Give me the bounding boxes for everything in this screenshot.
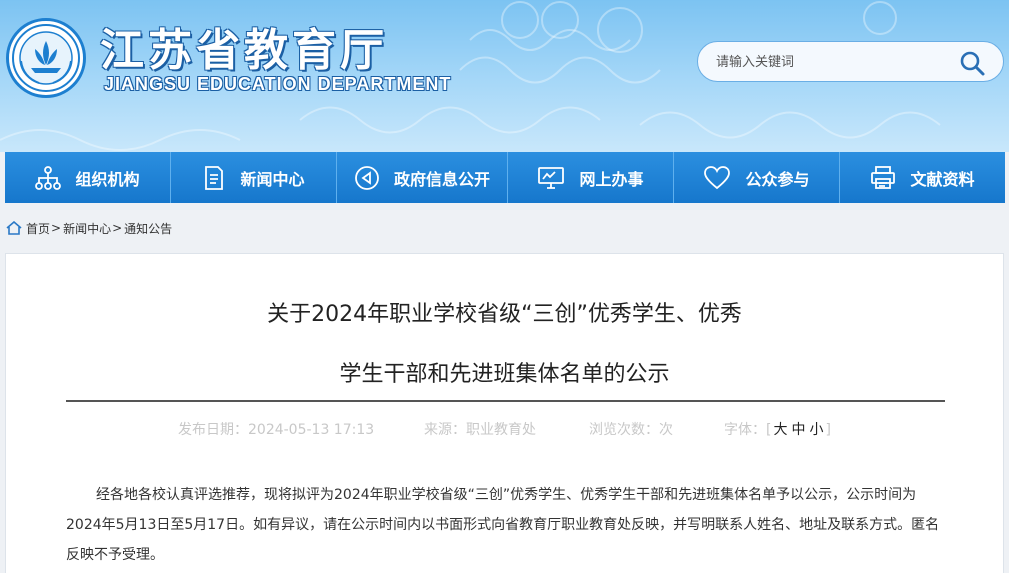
- font-size-medium[interactable]: 中: [791, 422, 805, 438]
- nav-item-public-participation[interactable]: 公众参与: [674, 152, 840, 203]
- nav-item-online-services[interactable]: 网上办事: [508, 152, 674, 203]
- search-input[interactable]: [716, 51, 936, 73]
- document-icon: [205, 165, 224, 190]
- nav-item-gov-info[interactable]: 政府信息公开: [337, 152, 508, 203]
- breadcrumb: 首页 > 新闻中心 > 通知公告: [6, 219, 172, 237]
- breadcrumb-notices[interactable]: 通知公告: [124, 220, 172, 237]
- breadcrumb-home[interactable]: 首页: [26, 220, 50, 237]
- nav-label: 政府信息公开: [393, 169, 490, 189]
- article-paragraph: 经各地各校认真评选推荐，现将拟评为2024年职业学校省级“三创”优秀学生、优秀学…: [66, 487, 940, 563]
- heart-icon: [704, 165, 731, 189]
- nav-label: 公众参与: [745, 169, 810, 189]
- article-title-line2: 学生干部和先进班集体名单的公示: [339, 362, 670, 387]
- org-chart-icon: [35, 165, 62, 190]
- title-divider: [66, 400, 945, 402]
- nav-label: 组织机构: [75, 169, 140, 189]
- home-icon: [6, 221, 22, 235]
- view-count: 浏览次数：次: [589, 422, 673, 438]
- breadcrumb-separator: >: [51, 221, 62, 235]
- nav-label: 网上办事: [579, 169, 644, 189]
- play-circle-icon: [355, 165, 379, 190]
- nav-item-news[interactable]: 新闻中心: [171, 152, 337, 203]
- nav-label: 新闻中心: [240, 169, 305, 189]
- printer-icon: [871, 165, 896, 189]
- nav-item-organization[interactable]: 组织机构: [5, 152, 171, 203]
- publish-date: 发布日期：2024-05-13 17:13: [178, 422, 375, 438]
- nav-label: 文献资料: [910, 169, 975, 189]
- article-panel: 关于2024年职业学校省级“三创”优秀学生、优秀 学生干部和先进班集体名单的公示…: [5, 253, 1004, 573]
- breadcrumb-separator: >: [112, 221, 123, 235]
- main-nav: 组织机构 新闻中心 政府信息公开 网上办事 公众参与 文献资料: [5, 152, 1005, 203]
- breadcrumb-news-center[interactable]: 新闻中心: [63, 220, 111, 237]
- font-size-small[interactable]: 小: [809, 422, 823, 438]
- site-header: 江苏省教育厅 JIANGSU EDUCATION DEPARTMENT: [0, 0, 1009, 152]
- search-icon: [960, 51, 985, 76]
- font-size-label: 字体：[: [724, 422, 772, 438]
- site-title[interactable]: 江苏省教育厅: [100, 14, 388, 78]
- provincial-emblem-icon[interactable]: [6, 18, 86, 98]
- site-subtitle: JIANGSU EDUCATION DEPARTMENT: [104, 74, 452, 94]
- monitor-icon: [538, 166, 565, 189]
- search-box: [697, 41, 1004, 82]
- font-size-switcher: 字体：[大中小]: [724, 419, 831, 439]
- font-size-bracket: ]: [825, 422, 831, 438]
- search-button[interactable]: [958, 49, 986, 77]
- font-size-large[interactable]: 大: [773, 422, 787, 438]
- article-source: 来源：职业教育处: [424, 422, 536, 438]
- nav-item-literature[interactable]: 文献资料: [840, 152, 1005, 203]
- article-title-line1: 关于2024年职业学校省级“三创”优秀学生、优秀: [267, 302, 742, 327]
